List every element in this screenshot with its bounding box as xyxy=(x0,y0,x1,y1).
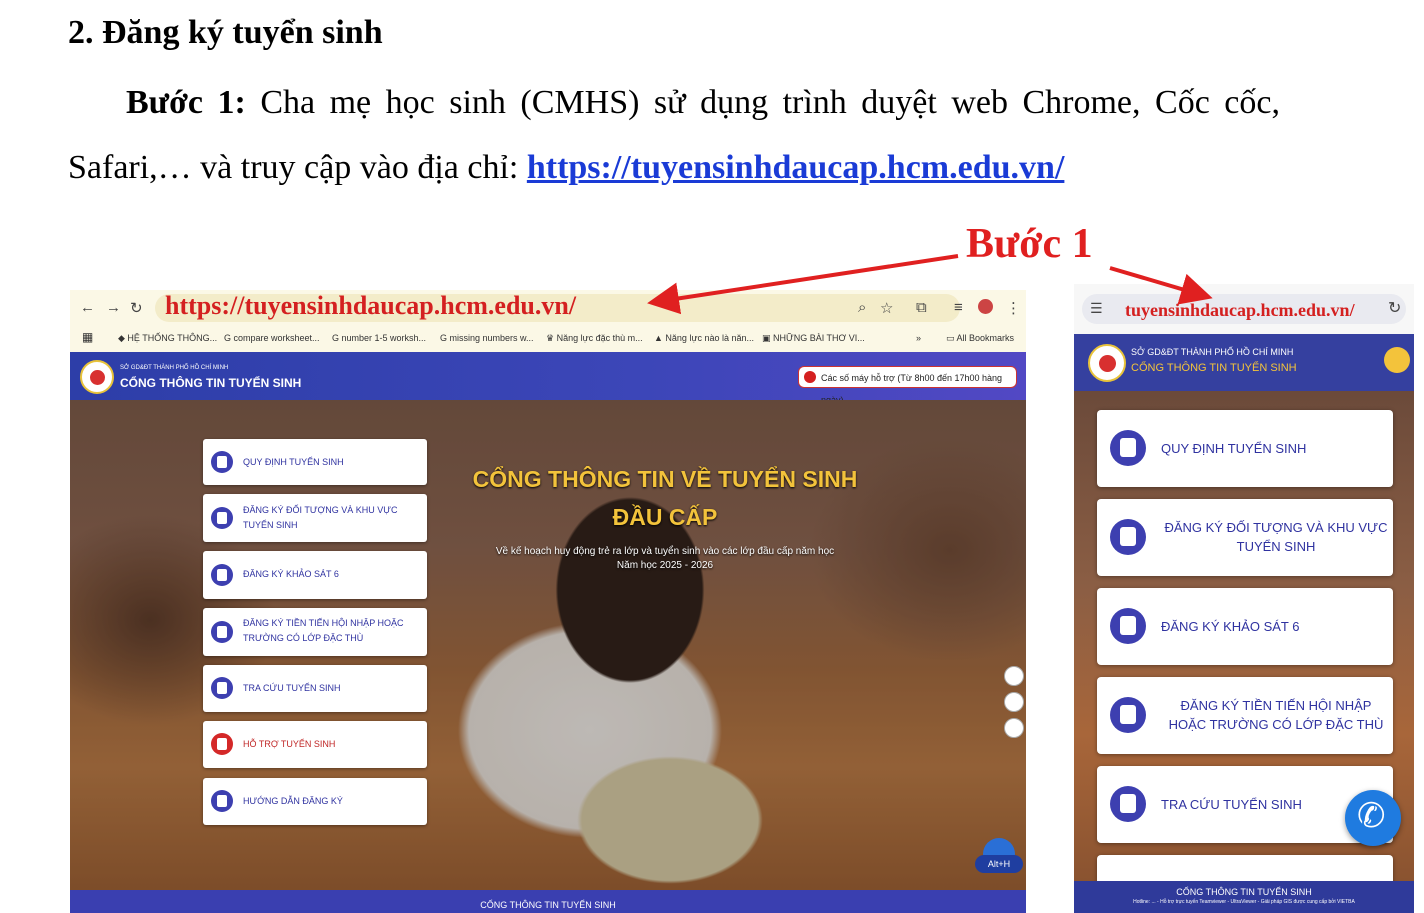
arrow-to-desktop-url xyxy=(647,254,959,315)
annotation-arrows xyxy=(647,254,1213,315)
arrow-to-mobile-url xyxy=(1109,266,1213,305)
